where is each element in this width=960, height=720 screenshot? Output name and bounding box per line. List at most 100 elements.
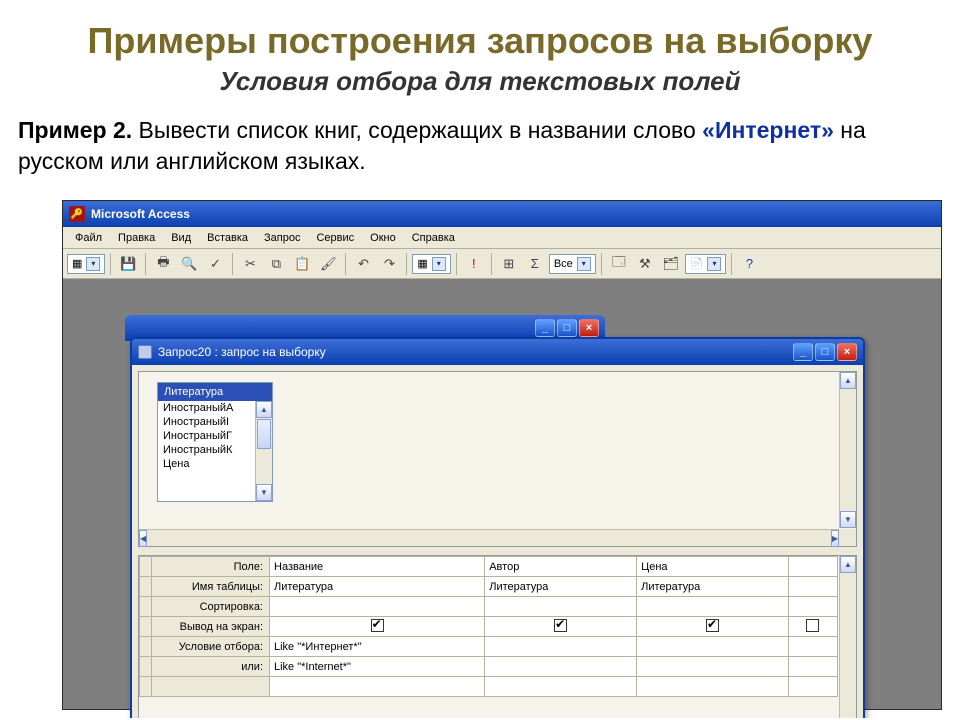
row-selector[interactable] xyxy=(140,657,152,677)
pane-vscroll[interactable]: ▲ ▼ xyxy=(839,372,856,528)
cell-or[interactable]: Like "*Internet*" xyxy=(270,657,485,677)
menu-help[interactable]: Справка xyxy=(406,230,461,246)
menu-query[interactable]: Запрос xyxy=(258,230,306,246)
spell-button[interactable]: ✓ xyxy=(203,252,227,276)
properties-button[interactable]: 🗔 xyxy=(607,252,631,276)
cell-or[interactable] xyxy=(637,657,789,677)
cell-sort[interactable] xyxy=(485,597,637,617)
scroll-up-icon[interactable]: ▲ xyxy=(256,401,272,418)
mdi-area: _ □ × Запрос20 : запрос на выборку _ □ xyxy=(63,279,941,709)
scroll-up-icon[interactable]: ▲ xyxy=(840,556,856,573)
cell-sort[interactable] xyxy=(637,597,789,617)
help-button[interactable]: ? xyxy=(737,252,761,276)
cell-table[interactable]: Литература xyxy=(485,577,637,597)
row-label-table: Имя таблицы: xyxy=(152,577,270,597)
minimize-icon[interactable]: _ xyxy=(535,319,555,337)
close-icon[interactable]: × xyxy=(837,343,857,361)
minimize-icon[interactable]: _ xyxy=(793,343,813,361)
table-field-list[interactable]: Литература ИностраныйА ИностраныйI Иност… xyxy=(157,382,273,502)
new-object-combo[interactable]: 📄 ▾ xyxy=(685,254,727,274)
checkbox-icon[interactable] xyxy=(806,619,819,632)
menubar[interactable]: Файл Правка Вид Вставка Запрос Сервис Ок… xyxy=(63,227,941,249)
cell-sort[interactable] xyxy=(270,597,485,617)
cell-or[interactable] xyxy=(485,657,637,677)
save-button[interactable]: 💾 xyxy=(116,252,140,276)
cell-show[interactable] xyxy=(485,617,637,637)
show-table-button[interactable]: ⊞ xyxy=(497,252,521,276)
format-painter-button[interactable]: 🖌 xyxy=(316,252,340,276)
cell-table[interactable]: Литература xyxy=(637,577,789,597)
menu-view[interactable]: Вид xyxy=(165,230,197,246)
cell-criteria[interactable]: Like "*Интернет*" xyxy=(270,637,485,657)
copy-button[interactable]: ⧉ xyxy=(264,252,288,276)
slide-subtitle: Условия отбора для текстовых полей xyxy=(0,66,960,97)
cell-or[interactable] xyxy=(788,657,837,677)
row-selector[interactable] xyxy=(140,557,152,577)
app-title: Microsoft Access xyxy=(91,207,190,221)
table-pane[interactable]: Литература ИностраныйА ИностраныйI Иност… xyxy=(138,371,857,547)
row-selector[interactable] xyxy=(140,617,152,637)
row-label-or: или: xyxy=(152,657,270,677)
redo-button[interactable]: ↷ xyxy=(377,252,401,276)
checkbox-icon[interactable] xyxy=(554,619,567,632)
cell-table[interactable]: Литература xyxy=(270,577,485,597)
cell-field[interactable] xyxy=(788,557,837,577)
app-titlebar[interactable]: 🔑 Microsoft Access xyxy=(63,201,941,227)
row-label-show: Вывод на экран: xyxy=(152,617,270,637)
design-grid-pane[interactable]: Поле: Название Автор Цена Имя таблицы: Л… xyxy=(138,555,857,720)
preview-button[interactable]: 🔍 xyxy=(177,252,201,276)
menu-file[interactable]: Файл xyxy=(69,230,108,246)
print-button[interactable]: 🖶 xyxy=(151,252,175,276)
run-button[interactable]: ! xyxy=(462,252,486,276)
menu-tools[interactable]: Сервис xyxy=(310,230,360,246)
menu-insert[interactable]: Вставка xyxy=(201,230,254,246)
view-combo[interactable]: ▦ ▾ xyxy=(67,254,105,274)
cell-field[interactable]: Название xyxy=(270,557,485,577)
cell-criteria[interactable] xyxy=(485,637,637,657)
top-values-combo[interactable]: Все ▾ xyxy=(549,254,596,274)
cell-sort[interactable] xyxy=(788,597,837,617)
cell-show[interactable] xyxy=(270,617,485,637)
scroll-right-icon[interactable]: ▶ xyxy=(831,530,839,547)
scroll-up-icon[interactable]: ▲ xyxy=(840,372,856,389)
menu-window[interactable]: Окно xyxy=(364,230,402,246)
row-selector[interactable] xyxy=(140,577,152,597)
undo-button[interactable]: ↶ xyxy=(351,252,375,276)
cell-criteria[interactable] xyxy=(637,637,789,657)
cell-field[interactable]: Автор xyxy=(485,557,637,577)
field-list-vscroll[interactable]: ▲ ▼ xyxy=(255,401,272,501)
row-selector[interactable] xyxy=(140,637,152,657)
checkbox-icon[interactable] xyxy=(706,619,719,632)
row-selector[interactable] xyxy=(140,677,152,697)
cell-criteria[interactable] xyxy=(788,637,837,657)
cell-field[interactable]: Цена xyxy=(637,557,789,577)
query-type-combo[interactable]: ▦ ▾ xyxy=(412,254,450,274)
grid-row-table: Имя таблицы: Литература Литература Литер… xyxy=(140,577,838,597)
cell-table[interactable] xyxy=(788,577,837,597)
cut-button[interactable]: ✂ xyxy=(238,252,262,276)
scroll-down-icon[interactable]: ▼ xyxy=(840,511,856,528)
checkbox-icon[interactable] xyxy=(371,619,384,632)
cell-show[interactable] xyxy=(788,617,837,637)
query-design-window[interactable]: Запрос20 : запрос на выборку _ □ × Литер… xyxy=(130,337,865,720)
design-grid[interactable]: Поле: Название Автор Цена Имя таблицы: Л… xyxy=(139,556,838,697)
menu-edit[interactable]: Правка xyxy=(112,230,161,246)
paste-button[interactable]: 📋 xyxy=(290,252,314,276)
db-window-button[interactable]: 🗂 xyxy=(659,252,683,276)
access-app-window: 🔑 Microsoft Access Файл Правка Вид Встав… xyxy=(62,200,942,710)
maximize-icon[interactable]: □ xyxy=(815,343,835,361)
scroll-left-icon[interactable]: ◀ xyxy=(139,530,147,547)
close-icon[interactable]: × xyxy=(579,319,599,337)
maximize-icon[interactable]: □ xyxy=(557,319,577,337)
scroll-thumb[interactable] xyxy=(257,419,271,449)
toolbar[interactable]: ▦ ▾ 💾 🖶 🔍 ✓ ✂ ⧉ 📋 🖌 ↶ ↷ ▦ ▾ ! ⊞ Σ Все ▾ … xyxy=(63,249,941,279)
query-window-title: Запрос20 : запрос на выборку xyxy=(158,345,326,359)
build-button[interactable]: ⚒ xyxy=(633,252,657,276)
pane-hscroll[interactable]: ◀ ▶ xyxy=(139,529,839,546)
grid-vscroll[interactable]: ▲ ▼ xyxy=(839,556,856,720)
totals-button[interactable]: Σ xyxy=(523,252,547,276)
cell-show[interactable] xyxy=(637,617,789,637)
scroll-down-icon[interactable]: ▼ xyxy=(256,484,272,501)
row-selector[interactable] xyxy=(140,597,152,617)
query-titlebar[interactable]: Запрос20 : запрос на выборку _ □ × xyxy=(132,339,863,365)
